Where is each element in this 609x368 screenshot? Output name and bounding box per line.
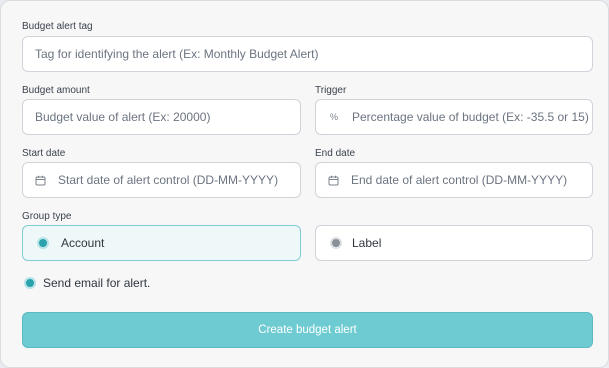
group-option-label-label: Label: [352, 236, 382, 250]
send-email-toggle[interactable]: Send email for alert.: [24, 276, 150, 290]
group-option-label[interactable]: Label: [315, 225, 593, 261]
checkbox-checked-icon: [24, 277, 36, 289]
tag-label: Budget alert tag: [22, 21, 93, 32]
end-date-label: End date: [315, 148, 356, 159]
trigger-label: Trigger: [315, 85, 347, 96]
amount-input[interactable]: Budget value of alert (Ex: 20000): [22, 99, 301, 135]
start-date-label: Start date: [22, 148, 66, 159]
start-date-placeholder: Start date of alert control (DD-MM-YYYY): [58, 173, 279, 187]
create-budget-alert-button[interactable]: Create budget alert: [22, 312, 593, 348]
percent-icon: %: [329, 112, 338, 122]
radio-selected-icon: [37, 237, 49, 249]
calendar-icon: [328, 175, 339, 186]
trigger-placeholder: Percentage value of budget (Ex: -35.5 or…: [352, 110, 589, 124]
group-option-account-label: Account: [61, 236, 105, 250]
budget-alert-form: Budget alert tag Tag for identifying the…: [0, 0, 609, 368]
end-date-placeholder: End date of alert control (DD-MM-YYYY): [351, 173, 568, 187]
radio-unselected-icon: [330, 237, 342, 249]
start-date-input[interactable]: Start date of alert control (DD-MM-YYYY): [22, 162, 301, 198]
amount-label: Budget amount: [22, 85, 90, 96]
send-email-label: Send email for alert.: [43, 276, 151, 290]
group-type-label: Group type: [22, 211, 72, 222]
group-option-account[interactable]: Account: [22, 225, 301, 261]
end-date-input[interactable]: End date of alert control (DD-MM-YYYY): [315, 162, 593, 198]
tag-placeholder: Tag for identifying the alert (Ex: Month…: [35, 47, 319, 61]
trigger-input[interactable]: % Percentage value of budget (Ex: -35.5 …: [315, 99, 593, 135]
calendar-icon: [35, 175, 46, 186]
amount-placeholder: Budget value of alert (Ex: 20000): [35, 110, 211, 124]
tag-input[interactable]: Tag for identifying the alert (Ex: Month…: [22, 36, 593, 72]
